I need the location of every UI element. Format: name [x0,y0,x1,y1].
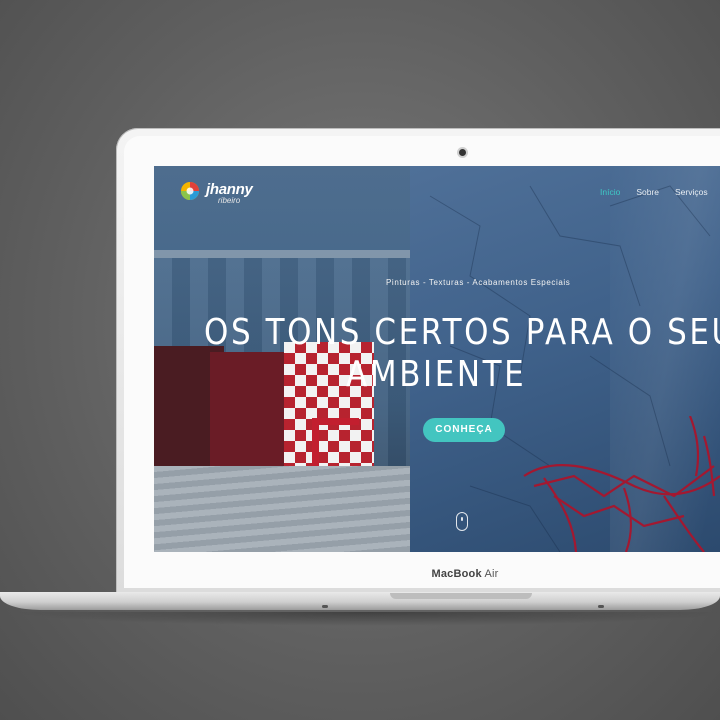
hero-headline-line1: OS TONS CERTOS PARA O SEU [204,312,720,353]
device-brand: MacBook [431,568,482,580]
website-screen: jhanny ribeiro Início Sobre Serviços Pin… [154,166,720,552]
colorful-swirl-icon [181,182,199,200]
laptop-mockup: jhanny ribeiro Início Sobre Serviços Pin… [0,0,720,720]
mouse-scroll-icon[interactable] [456,512,468,531]
camera-icon [459,149,466,156]
hero-headline-line2: AMBIENTE [346,354,527,395]
hero-headline: OS TONS CERTOS PARA O SEU AMBIENTE [204,312,720,396]
laptop-base [0,592,720,610]
device-label: MacBook Air [400,568,530,580]
main-nav: Início Sobre Serviços [600,187,708,197]
site-logo[interactable]: jhanny ribeiro [180,181,260,211]
logo-subtitle: ribeiro [218,196,241,205]
nav-item-sobre[interactable]: Sobre [636,187,659,197]
nav-item-servicos[interactable]: Serviços [675,187,708,197]
conheca-button[interactable]: CONHEÇA [423,418,505,442]
red-chair-sculpture [523,416,720,552]
hero-tagline: Pinturas - Texturas - Acabamentos Especi… [386,278,571,287]
device-model: Air [484,568,499,580]
laptop-foot [322,605,328,608]
nav-item-inicio[interactable]: Início [600,187,620,197]
laptop-shadow [10,612,720,626]
laptop-notch [390,593,532,599]
laptop-foot [598,605,604,608]
